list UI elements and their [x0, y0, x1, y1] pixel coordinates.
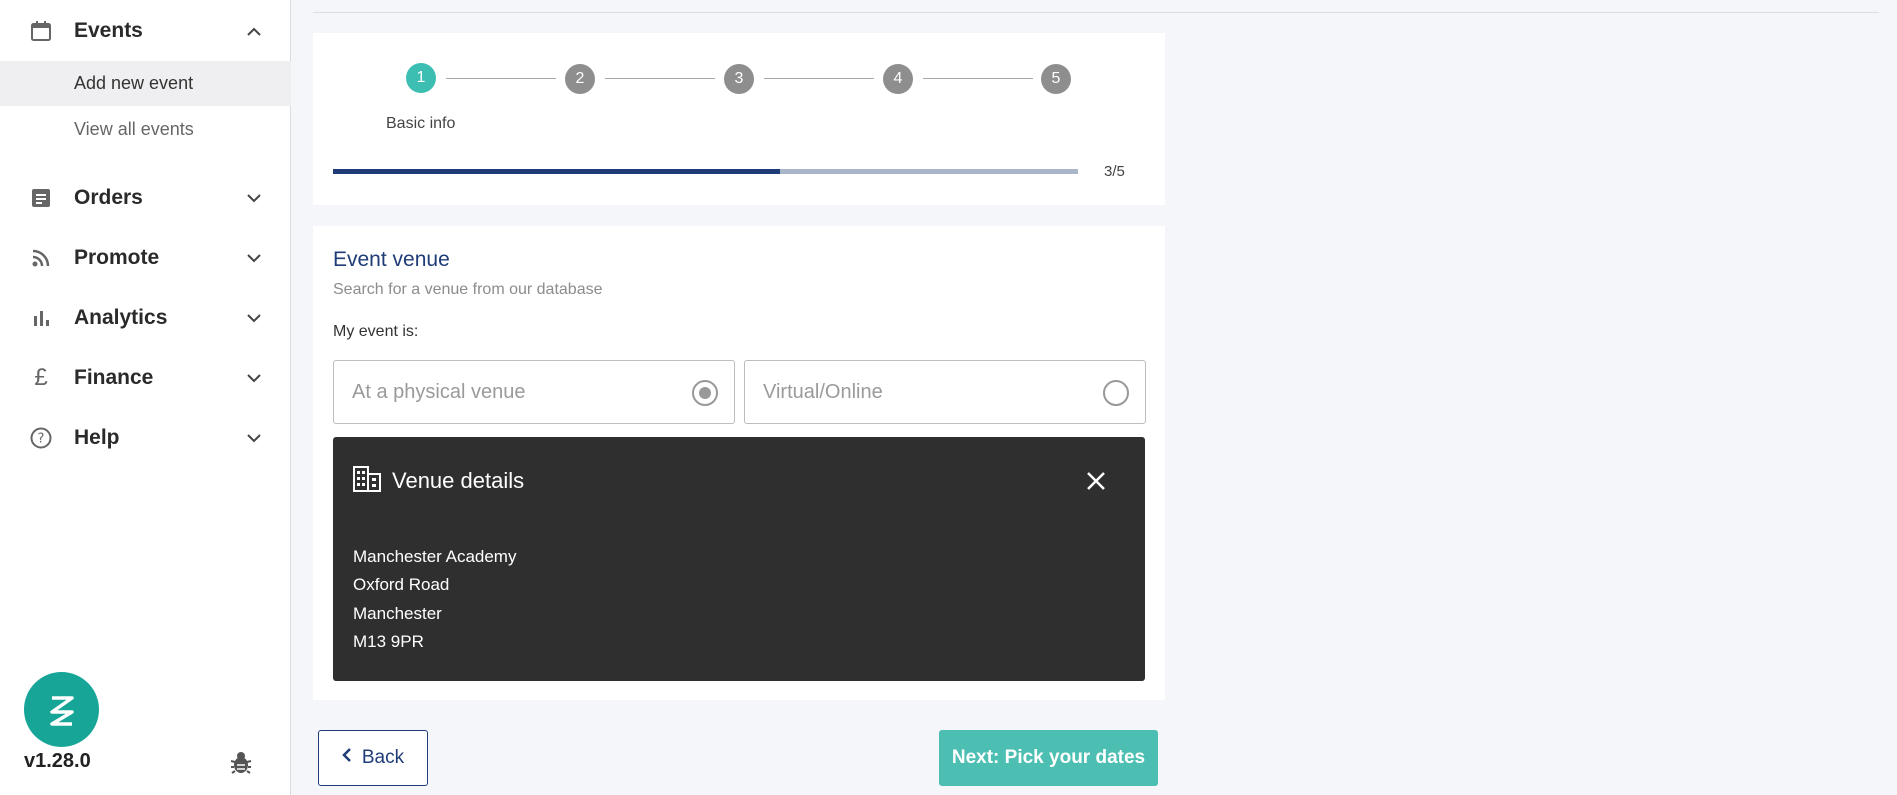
step-1[interactable]: 1: [406, 63, 436, 93]
chevron-up-icon: [246, 23, 262, 39]
chevron-down-icon: [246, 190, 262, 206]
calendar-icon: [28, 18, 54, 44]
sidebar-item-add-new-event[interactable]: Add new event: [0, 61, 291, 106]
venue-details-panel: Venue details Manchester Academy Oxford …: [333, 437, 1145, 681]
option-virtual-online[interactable]: Virtual/Online: [744, 360, 1146, 424]
sidebar-group-label: Promote: [74, 246, 160, 269]
venue-address-line: Oxford Road: [353, 575, 450, 594]
chevron-down-icon: [246, 310, 262, 326]
event-type-label: My event is:: [333, 323, 419, 340]
help-icon: ?: [28, 425, 54, 451]
section-subtitle: Search for a venue from our database: [333, 281, 603, 298]
step-caption: Basic info: [386, 115, 456, 132]
back-button-label: Back: [361, 747, 405, 768]
venue-card: Event venue Search for a venue from our …: [313, 226, 1165, 700]
sidebar-group-label: Orders: [74, 186, 143, 209]
step-connector: [764, 78, 874, 79]
sidebar-group-orders[interactable]: Orders: [0, 176, 291, 220]
radio-unselected[interactable]: [1103, 380, 1129, 406]
brand-logo[interactable]: [24, 672, 99, 747]
step-connector: [605, 78, 715, 79]
svg-text:?: ?: [38, 432, 45, 447]
option-label: At a physical venue: [352, 381, 526, 403]
next-button[interactable]: Next: Pick your dates: [939, 730, 1158, 786]
section-title: Event venue: [333, 248, 450, 271]
step-2[interactable]: 2: [565, 64, 595, 94]
progress-fill: [333, 169, 780, 174]
venue-address-line: Manchester: [353, 604, 442, 623]
bar-chart-icon: [28, 305, 54, 331]
sidebar-item-label: Add new event: [74, 73, 194, 93]
step-4[interactable]: 4: [883, 64, 913, 94]
app-version: v1.28.0: [24, 750, 91, 772]
chevron-left-icon: [342, 747, 352, 769]
venue-details-title: Venue details: [392, 468, 525, 493]
option-physical-venue[interactable]: At a physical venue: [333, 360, 735, 424]
chevron-down-icon: [246, 250, 262, 266]
back-button[interactable]: Back: [318, 730, 428, 786]
close-icon[interactable]: [1085, 470, 1107, 492]
step-5[interactable]: 5: [1041, 64, 1071, 94]
progress-text: 3/5: [1104, 163, 1125, 180]
sidebar-group-promote[interactable]: Promote: [0, 236, 291, 280]
sidebar-group-label: Events: [74, 19, 143, 42]
radio-selected[interactable]: [692, 380, 718, 406]
sidebar: Events Add new event View all events Ord…: [0, 0, 291, 795]
sidebar-item-view-all-events[interactable]: View all events: [0, 107, 291, 152]
step-connector: [923, 78, 1033, 79]
chevron-down-icon: [246, 370, 262, 386]
sidebar-group-label: Analytics: [74, 306, 168, 329]
step-connector: [446, 78, 556, 79]
bug-icon[interactable]: [228, 750, 254, 776]
venue-address-line: Manchester Academy: [353, 547, 517, 566]
stepper-card: 1 2 3 4 5 Basic info 3/5: [313, 33, 1165, 205]
document-icon: [28, 185, 54, 211]
top-divider: [313, 12, 1879, 13]
sidebar-item-label: View all events: [74, 119, 194, 139]
sidebar-group-help[interactable]: ? Help: [0, 416, 291, 460]
sidebar-group-events[interactable]: Events: [0, 9, 291, 53]
step-3[interactable]: 3: [724, 64, 754, 94]
chevron-down-icon: [246, 430, 262, 446]
progress-bar: [333, 169, 1078, 174]
sidebar-group-label: Help: [74, 426, 120, 449]
pound-icon: £: [34, 364, 48, 391]
sidebar-group-analytics[interactable]: Analytics: [0, 296, 291, 340]
venue-address-line: M13 9PR: [353, 632, 424, 651]
building-icon: [353, 466, 381, 492]
option-label: Virtual/Online: [763, 381, 883, 403]
rss-icon: [28, 245, 54, 271]
sidebar-group-finance[interactable]: £ Finance: [0, 356, 291, 400]
sidebar-group-label: Finance: [74, 366, 154, 389]
